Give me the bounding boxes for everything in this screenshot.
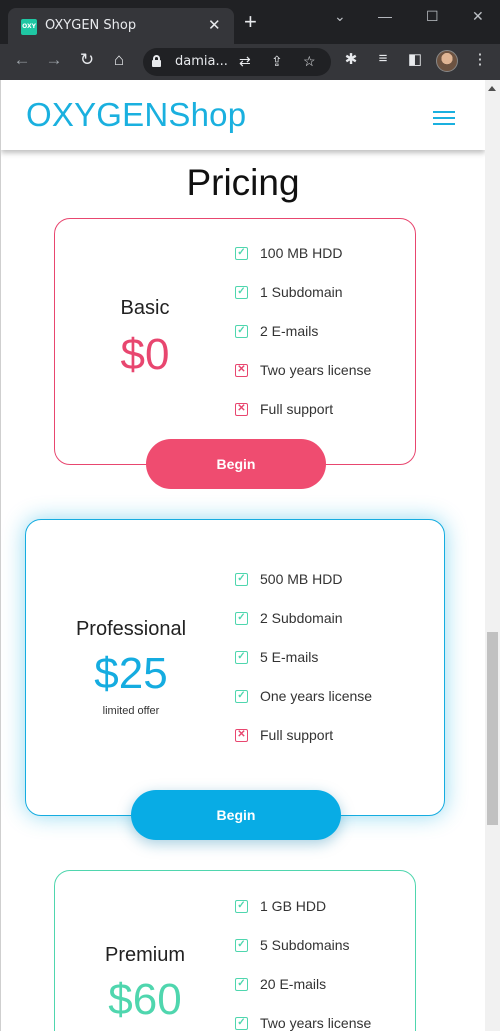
- share-icon[interactable]: ⇪: [271, 53, 283, 70]
- plan-price: $60: [108, 975, 182, 1024]
- plan-name: Professional: [75, 618, 187, 640]
- check-icon: ✓: [235, 1017, 248, 1030]
- tab-title: OXYGEN Shop: [45, 18, 137, 33]
- feature-item: ✓ 20 E-mails: [235, 976, 371, 1015]
- begin-button-basic[interactable]: Begin: [146, 439, 326, 489]
- reload-icon[interactable]: ↻: [75, 50, 99, 70]
- feature-item: ✕ Full support: [235, 401, 371, 440]
- plan-name: Premium: [104, 944, 185, 966]
- check-icon: ✓: [235, 286, 248, 299]
- media-queue-icon[interactable]: ≡: [371, 50, 395, 67]
- plan-card-professional: Professional $25 limited offer ✓ 500 MB H…: [25, 519, 445, 816]
- site-header: OXYGENShop: [1, 80, 485, 150]
- check-icon: ✓: [235, 939, 248, 952]
- scroll-thumb[interactable]: [487, 632, 498, 825]
- feature-list: ✓ 100 MB HDD ✓ 1 Subdomain ✓ 2 E-mails ✕ Two…: [235, 245, 371, 440]
- back-icon[interactable]: ←: [10, 50, 34, 70]
- feature-item: ✓ Two years license: [235, 1015, 371, 1031]
- page-scrollbar[interactable]: [485, 80, 500, 1031]
- plan-price: $25: [94, 649, 168, 698]
- url-text: damia...: [175, 54, 228, 69]
- feature-item: ✕ Two years license: [235, 362, 371, 401]
- feature-item: ✓ 100 MB HDD: [235, 245, 371, 284]
- maximize-icon[interactable]: ☐: [426, 8, 439, 25]
- feature-item: ✓ 1 GB HDD: [235, 898, 371, 937]
- plan-name: Basic: [120, 297, 170, 319]
- cross-icon: ✕: [235, 403, 248, 416]
- feature-item: ✓ 500 MB HDD: [235, 571, 372, 610]
- browser-toolbar: ← → ↻ ⌂ damia... ⇄ ⇪ ☆ ✱ ≡ ◧ ⋮: [0, 44, 500, 80]
- feature-list: ✓ 1 GB HDD ✓ 5 Subdomains ✓ 20 E-mails ✓ Two…: [235, 898, 371, 1031]
- check-icon: ✓: [235, 690, 248, 703]
- site-logo[interactable]: OXYGENShop: [26, 96, 246, 134]
- plan-card-basic: Basic $0 ✓ 100 MB HDD ✓ 1 Subdomain ✓ 2 E-m…: [54, 218, 416, 465]
- feature-item: ✓ 5 E-mails: [235, 649, 372, 688]
- lock-icon: [152, 55, 161, 67]
- plan-price: $0: [120, 330, 170, 379]
- tab-search-icon[interactable]: ⌄: [334, 8, 346, 25]
- check-icon: ✓: [235, 900, 248, 913]
- more-menu-icon[interactable]: ⋮: [468, 50, 492, 68]
- pricing-title: Pricing: [186, 162, 300, 203]
- site-favicon-icon: OXY: [21, 19, 37, 35]
- feature-list: ✓ 500 MB HDD ✓ 2 Subdomain ✓ 5 E-mails ✓ One…: [235, 571, 372, 766]
- new-tab-icon[interactable]: +: [244, 11, 257, 33]
- home-icon[interactable]: ⌂: [107, 50, 131, 70]
- side-panel-icon[interactable]: ◧: [403, 50, 427, 68]
- feature-item: ✓ 1 Subdomain: [235, 284, 371, 323]
- plan-note: limited offer: [102, 705, 160, 717]
- cross-icon: ✕: [235, 364, 248, 377]
- translate-icon[interactable]: ⇄: [239, 53, 251, 70]
- profile-avatar[interactable]: [436, 50, 458, 72]
- close-tab-icon[interactable]: ✕: [208, 16, 221, 34]
- plan-card-premium: Premium $60 ✓ 1 GB HDD ✓ 5 Subdomains ✓ 20 …: [54, 870, 416, 1031]
- browser-tab[interactable]: OXY OXYGEN Shop ✕: [8, 8, 234, 44]
- check-icon: ✓: [235, 247, 248, 260]
- minimize-icon[interactable]: —: [378, 8, 392, 24]
- begin-button-professional[interactable]: Begin: [131, 790, 341, 840]
- feature-item: ✕ Full support: [235, 727, 372, 766]
- scroll-up-arrow-icon[interactable]: [488, 86, 496, 91]
- address-bar[interactable]: damia... ⇄ ⇪ ☆: [143, 48, 331, 76]
- bookmark-star-icon[interactable]: ☆: [303, 53, 316, 70]
- hamburger-menu-icon[interactable]: [433, 111, 455, 129]
- feature-item: ✓ 2 E-mails: [235, 323, 371, 362]
- check-icon: ✓: [235, 651, 248, 664]
- close-window-icon[interactable]: ✕: [472, 8, 484, 25]
- check-icon: ✓: [235, 612, 248, 625]
- cross-icon: ✕: [235, 729, 248, 742]
- browser-tab-strip: OXY OXYGEN Shop ✕ + ⌄ — ☐ ✕: [0, 0, 500, 44]
- feature-item: ✓ 2 Subdomain: [235, 610, 372, 649]
- feature-item: ✓ One years license: [235, 688, 372, 727]
- check-icon: ✓: [235, 978, 248, 991]
- feature-item: ✓ 5 Subdomains: [235, 937, 371, 976]
- check-icon: ✓: [235, 325, 248, 338]
- forward-icon[interactable]: →: [42, 50, 66, 70]
- check-icon: ✓: [235, 573, 248, 586]
- extensions-icon[interactable]: ✱: [339, 50, 363, 68]
- page-viewport: OXYGENShop Pricing Basic $0 ✓ 100 MB HDD …: [0, 80, 485, 1031]
